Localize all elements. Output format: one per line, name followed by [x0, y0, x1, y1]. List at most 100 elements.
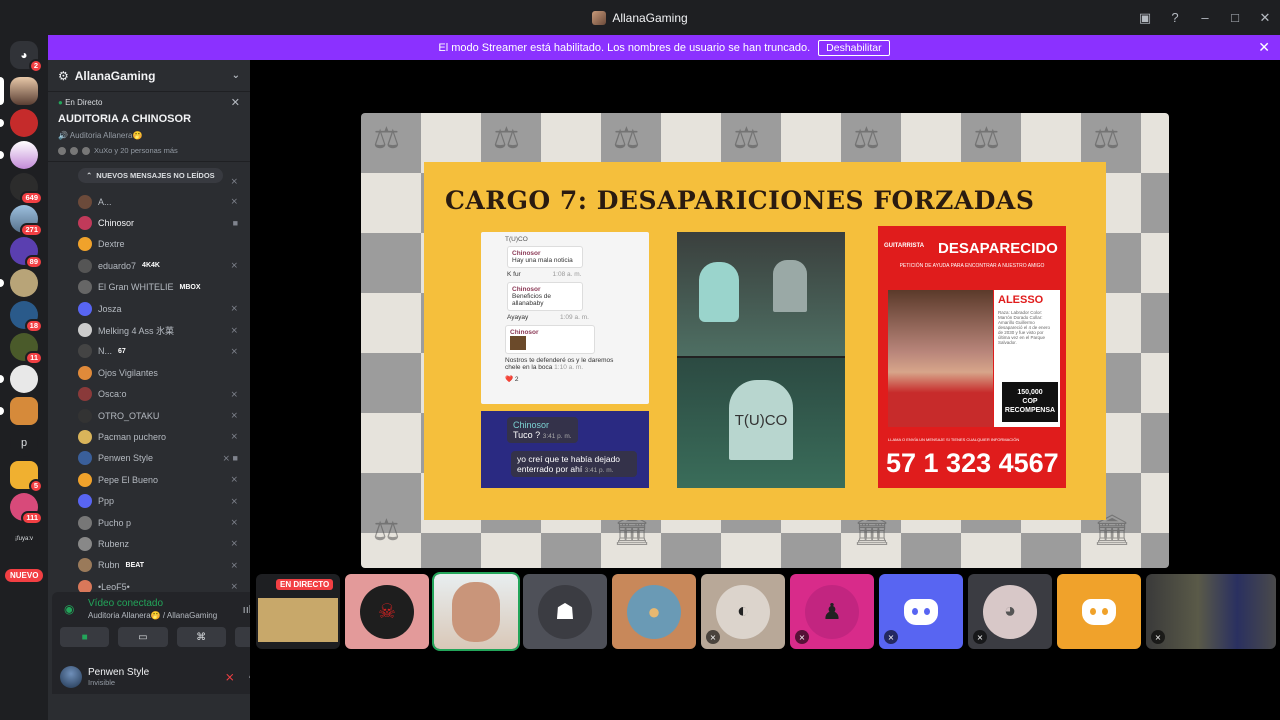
server-icon-p[interactable]: p	[10, 429, 38, 457]
server-badge: 89	[24, 255, 43, 269]
avatar	[78, 429, 92, 444]
avatar	[78, 194, 92, 209]
close-window-button[interactable]: ✕	[1250, 10, 1280, 26]
server-icon[interactable]	[0, 269, 38, 297]
server-icon[interactable]: 111	[10, 493, 43, 525]
stream-stage: ⚖ ⚖ ⚖ ⚖ ⚖ ⚖ ⚖ ⚖ 🏛 🏛 🏛 CARGO 7: DESAPARIC…	[250, 60, 1280, 720]
voice-member[interactable]: Rubenz ⨯	[48, 533, 250, 554]
streamer-mode-banner: El modo Streamer está habilitado. Los no…	[48, 35, 1280, 60]
server-badge: 5	[28, 479, 43, 493]
server-icon-fuya[interactable]: ¡fuya:v	[10, 525, 38, 553]
participant-video-tile[interactable]	[432, 572, 520, 651]
live-indicator: ● En Directo	[58, 98, 103, 107]
voice-member[interactable]: Osca:o ⨯	[48, 384, 250, 405]
screen-share-view[interactable]: ⚖ ⚖ ⚖ ⚖ ⚖ ⚖ ⚖ ⚖ 🏛 🏛 🏛 CARGO 7: DESAPARIC…	[361, 113, 1169, 568]
participant-tile[interactable]: ☗	[523, 574, 607, 649]
live-badge: EN DIRECTO	[276, 579, 334, 590]
deafened-icon: ⨯	[230, 431, 238, 442]
inbox-icon[interactable]: ▣	[1130, 10, 1160, 26]
new-unread-messages-pill[interactable]: ⌃ NUEVOS MENSAJES NO LEÍDOS	[78, 168, 223, 183]
scale-of-justice-icon: ⚖	[613, 122, 640, 155]
voice-member[interactable]: OTRO_OTAKU ⨯	[48, 405, 250, 426]
server-icon[interactable]: 18	[10, 301, 43, 333]
participant-tile[interactable]: ●	[612, 574, 696, 649]
minimize-button[interactable]: –	[1190, 10, 1220, 25]
direct-messages-button[interactable]: ◕ 2	[10, 41, 43, 73]
participant-avatar: ●	[627, 584, 681, 639]
help-icon[interactable]: ?	[1160, 10, 1190, 25]
muted-icon: ⨯	[884, 630, 898, 644]
voice-member[interactable]: Josza ⨯	[48, 298, 250, 319]
unread-indicator	[0, 151, 4, 159]
voice-member[interactable]: Melking 4 Ass 氷菓 ⨯	[48, 319, 250, 340]
activity-button[interactable]: ⌘	[176, 627, 226, 647]
disable-streamer-button[interactable]: Deshabilitar	[818, 39, 890, 56]
avatar	[78, 515, 92, 530]
close-banner-icon[interactable]: ✕	[1258, 39, 1270, 56]
live-stage-card[interactable]: ● En Directo AUDITORIA A CHINOSOR 🔊 Audi…	[48, 92, 250, 162]
participant-video-tile[interactable]: ⨯	[1146, 574, 1276, 649]
deafened-icon: ⨯	[230, 324, 238, 335]
server-icon[interactable]: 271	[10, 205, 43, 237]
avatar	[78, 365, 92, 380]
avatar	[78, 408, 92, 423]
participant-tile[interactable]	[1057, 574, 1141, 649]
voice-member-list: A... ⨯ Chinosor ■ Dextre eduardo7 4K4K ⨯ El …	[48, 191, 250, 597]
server-icon[interactable]	[0, 365, 38, 393]
deafened-icon: ⨯	[230, 581, 238, 592]
participant-tile[interactable]: ◐ ⨯	[701, 574, 785, 649]
camera-button[interactable]: ■	[60, 627, 110, 647]
channel-sidebar: ⚙ AllanaGaming ⌄ ● En Directo AUDITORIA …	[48, 60, 292, 720]
server-icon[interactable]: 11	[10, 333, 43, 365]
signal-icon: ◉	[64, 602, 75, 616]
voice-member[interactable]: El Gran WHITELIE MBOX	[48, 277, 250, 298]
voice-member[interactable]: Rubn BEAT ⨯	[48, 555, 250, 576]
voice-member[interactable]: N... 67 ⨯	[48, 341, 250, 362]
voice-member[interactable]: A... ⨯	[48, 191, 250, 212]
deafened-video-icons: ⨯ ■	[222, 452, 238, 463]
voice-member[interactable]: Pepe El Bueno ⨯	[48, 469, 250, 490]
participant-tile[interactable]: ♟ ⨯	[790, 574, 874, 649]
participant-tile[interactable]: ☠	[345, 574, 429, 649]
voice-member[interactable]: Ojos Vigilantes	[48, 362, 250, 383]
voice-member[interactable]: Pucho p ⨯	[48, 512, 250, 533]
close-live-card-icon[interactable]: ✕	[231, 96, 240, 109]
server-icon[interactable]	[0, 141, 38, 169]
participant-tile[interactable]: ◕ ⨯	[968, 574, 1052, 649]
screen-share-icon: ▭	[138, 631, 148, 643]
voice-member[interactable]: Chinosor ■	[48, 212, 250, 233]
cartoon-dog-icon: ◐	[736, 600, 750, 622]
scale-of-justice-icon: ⚖	[973, 122, 1000, 155]
server-icon[interactable]: 89	[10, 237, 43, 269]
mouse-character-icon: ◕	[1003, 600, 1017, 622]
user-avatar[interactable]	[60, 666, 82, 688]
voice-member[interactable]: Dextre	[48, 234, 250, 255]
user-status: Invisible	[88, 678, 116, 687]
server-icon-allanagaming[interactable]	[0, 77, 38, 105]
participant-tile[interactable]: ⨯	[879, 574, 963, 649]
new-unread-pill[interactable]: NUEVO	[5, 569, 44, 582]
voice-member[interactable]: Ppp ⨯	[48, 490, 250, 511]
voice-member[interactable]: Pacman puchero ⨯	[48, 426, 250, 447]
deafened-icon: ⨯	[230, 260, 238, 271]
server-icon[interactable]: 649	[10, 173, 43, 205]
maximize-button[interactable]: □	[1220, 10, 1250, 25]
voice-member[interactable]: Penwen Style ⨯ ■	[48, 448, 250, 469]
voice-member[interactable]: eduardo7 4K4K ⨯	[48, 255, 250, 276]
avatar	[78, 558, 92, 573]
live-stream-tile[interactable]: EN DIRECTO	[256, 574, 340, 649]
screen-share-button[interactable]: ▭	[118, 627, 168, 647]
participant-avatar	[82, 146, 90, 155]
server-icon[interactable]	[0, 397, 38, 425]
raccoon-character-icon: ●	[647, 598, 661, 624]
video-camera-icon: ■	[232, 218, 238, 229]
scale-of-justice-icon: ⚖	[493, 122, 520, 155]
server-icon[interactable]	[0, 109, 38, 137]
mic-muted-icon[interactable]: ⨯	[225, 670, 235, 684]
chevron-up-icon: ⌃	[86, 171, 93, 180]
server-icon[interactable]: 5	[10, 461, 43, 493]
avatar	[78, 387, 92, 402]
window-title: AllanaGaming	[592, 10, 688, 25]
server-header[interactable]: ⚙ AllanaGaming ⌄	[48, 60, 250, 92]
avatar	[78, 258, 92, 273]
